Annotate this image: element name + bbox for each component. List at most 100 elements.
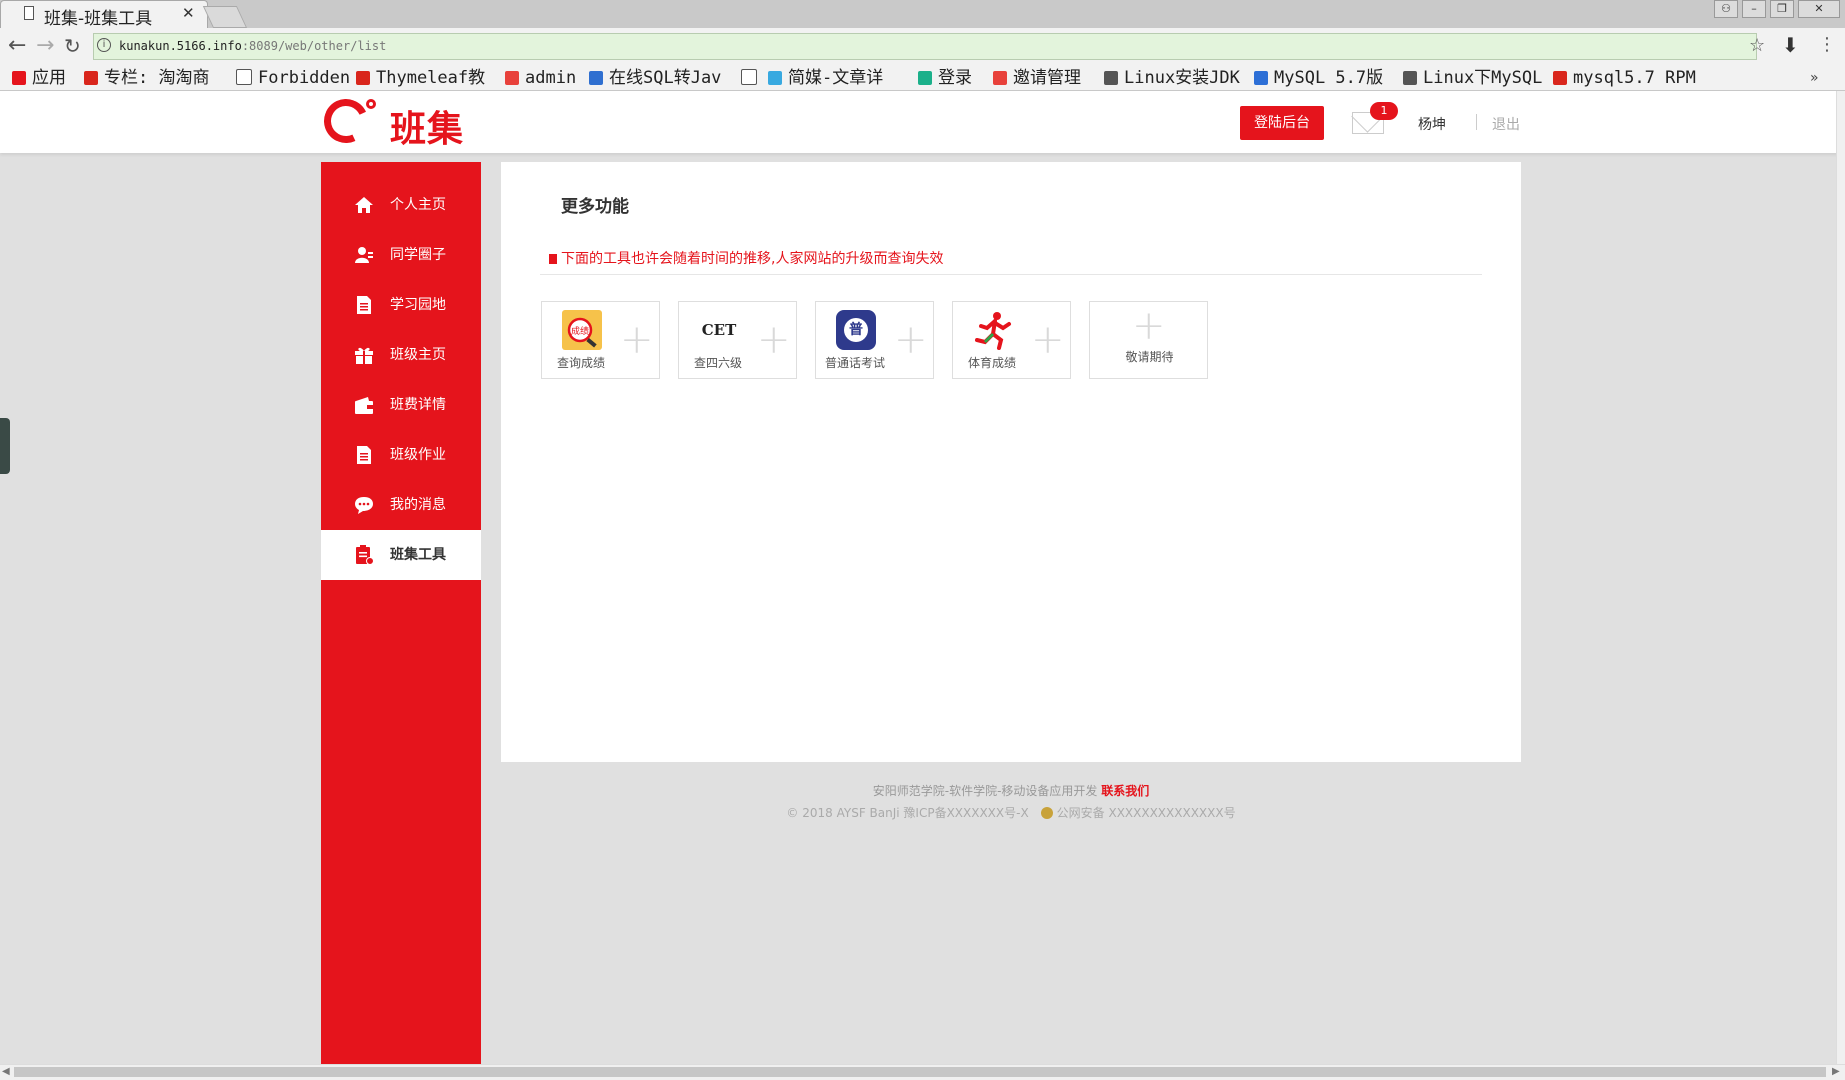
tool-query-score[interactable]: 成绩 + 查询成绩 xyxy=(541,301,660,379)
bookmark-item[interactable] xyxy=(741,66,763,91)
plus-icon: + xyxy=(1132,303,1166,349)
user-circle-icon xyxy=(355,247,373,263)
close-icon[interactable]: ✕ xyxy=(182,4,195,22)
code-icon xyxy=(589,71,603,85)
bookmark-label: Thymeleaf教 xyxy=(376,68,486,88)
login-backend-button[interactable]: 登陆后台 xyxy=(1240,106,1324,140)
bookmark-item[interactable]: 简媒-文章详 xyxy=(768,66,883,91)
info-icon[interactable]: i xyxy=(97,38,111,52)
bookmark-label: mysql5.7 RPM xyxy=(1573,68,1696,88)
bookmark-item[interactable]: 邀请管理 xyxy=(993,66,1081,91)
sidebar-item-messages[interactable]: 我的消息 xyxy=(321,480,481,530)
bookmark-item[interactable]: admin xyxy=(505,66,576,91)
police-record: 公网安备 XXXXXXXXXXXXXX号 xyxy=(1056,806,1236,820)
download-icon[interactable]: ⬇ xyxy=(1782,33,1799,57)
tool-coming-soon[interactable]: + 敬请期待 xyxy=(1089,301,1208,379)
tool-cet[interactable]: CET + 查四六级 xyxy=(678,301,797,379)
sidebar-item-tools[interactable]: 班集工具 xyxy=(321,530,481,580)
vertical-scrollbar[interactable] xyxy=(1836,91,1845,1064)
page-icon xyxy=(236,69,252,85)
copyright: © 2018 AYSF BanJi 豫ICP备XXXXXXX号-X xyxy=(786,806,1029,820)
restore-icon[interactable]: ❐ xyxy=(1770,0,1794,18)
page-icon xyxy=(741,69,757,85)
bookmark-label: MySQL 5.7版 xyxy=(1274,68,1384,88)
menu-icon[interactable]: ⋮ xyxy=(1818,34,1836,55)
score-search-icon: 成绩 xyxy=(562,310,602,350)
forward-arrow-icon[interactable]: → xyxy=(36,34,54,58)
bookmark-label: 在线SQL转Jav xyxy=(609,68,722,88)
page-icon xyxy=(24,6,34,20)
putonghua-icon-glyph: 普 xyxy=(844,318,868,342)
bookmark-item[interactable]: 应用 xyxy=(12,66,66,91)
toolbox-icon xyxy=(356,545,374,565)
bookmark-item[interactable]: Linux下MySQL xyxy=(1403,66,1542,91)
sidebar-item-class-home[interactable]: 班级主页 xyxy=(321,330,481,380)
svg-text:成绩: 成绩 xyxy=(571,325,589,337)
jm-icon xyxy=(993,71,1007,85)
minimize-icon[interactable]: – xyxy=(1742,0,1766,18)
bookmark-label: admin xyxy=(525,68,577,88)
sidebar: 个人主页 同学圈子 学习园地 班级主页 班费详情 班级作业 我的消息 班集工具 xyxy=(321,162,481,1064)
sidebar-item-label: 班集工具 xyxy=(390,547,446,563)
sidebar-item-label: 学习园地 xyxy=(390,297,446,313)
back-arrow-icon[interactable]: ← xyxy=(8,34,26,58)
sidebar-item-classmates[interactable]: 同学圈子 xyxy=(321,230,481,280)
csdn-icon xyxy=(84,71,98,85)
notification-badge: 1 xyxy=(1370,102,1398,120)
logout-link[interactable]: 退出 xyxy=(1492,114,1520,134)
gift-icon xyxy=(355,347,373,364)
tool-label: 查询成绩 xyxy=(556,356,605,370)
tool-sports-score[interactable]: + 体育成绩 xyxy=(952,301,1071,379)
paw-icon xyxy=(1254,71,1268,85)
document-icon xyxy=(357,446,371,464)
tool-label: 查四六级 xyxy=(693,356,742,370)
username[interactable]: 杨坤 xyxy=(1418,114,1446,134)
putonghua-icon: 普 xyxy=(836,310,876,350)
window-close-icon[interactable]: ✕ xyxy=(1798,0,1840,18)
sidebar-item-label: 班级作业 xyxy=(390,447,446,463)
bookmark-item[interactable]: Forbidden xyxy=(236,66,350,91)
contact-link[interactable]: 联系我们 xyxy=(1101,784,1149,798)
bookmark-label: 登录 xyxy=(938,68,972,88)
divider xyxy=(1476,114,1477,130)
user-icon[interactable]: ⚇ xyxy=(1714,0,1738,18)
bookmark-item[interactable]: 在线SQL转Jav xyxy=(589,66,721,91)
chevron-right-icon[interactable]: » xyxy=(1810,66,1819,91)
notice: 下面的工具也许会随着时间的推移,人家网站的升级而查询失效 xyxy=(549,248,943,268)
bookmark-item[interactable]: Thymeleaf教 xyxy=(356,66,485,91)
logo-text[interactable]: 班集 xyxy=(390,100,464,152)
sidebar-item-label: 我的消息 xyxy=(390,497,446,513)
sidebar-item-label: 班级主页 xyxy=(390,347,446,363)
scroll-left-arrow-icon[interactable]: ◀ xyxy=(2,1066,10,1077)
apps-grid-icon xyxy=(12,71,26,85)
bookmark-item[interactable]: mysql5.7 RPM xyxy=(1553,66,1696,91)
sidebar-item-study[interactable]: 学习园地 xyxy=(321,280,481,330)
logo-dot xyxy=(366,99,376,109)
bookmark-label: 专栏: 淘淘商 xyxy=(104,68,210,88)
tool-putonghua[interactable]: 普 + 普通话考试 xyxy=(815,301,934,379)
bookmark-item[interactable]: 专栏: 淘淘商 xyxy=(84,66,209,91)
star-icon[interactable]: ☆ xyxy=(1749,35,1765,56)
bookmark-item[interactable]: 登录 xyxy=(918,66,972,91)
plus-icon: + xyxy=(757,317,791,363)
plus-icon: + xyxy=(620,317,654,363)
sidebar-item-homework[interactable]: 班级作业 xyxy=(321,430,481,480)
url-text[interactable]: kunakun.5166.info:8089/web/other/list xyxy=(119,39,386,53)
bookmark-item[interactable]: MySQL 5.7版 xyxy=(1254,66,1383,91)
bookmark-item[interactable]: Linux安装JDK xyxy=(1104,66,1240,91)
reload-icon[interactable]: ↻ xyxy=(64,34,81,58)
scroll-right-arrow-icon[interactable]: ▶ xyxy=(1832,1066,1840,1077)
sidebar-item-label: 班费详情 xyxy=(390,397,446,413)
bookmark-label: 邀请管理 xyxy=(1013,68,1081,88)
bookmark-label: Forbidden xyxy=(258,68,351,88)
floating-side-tab[interactable] xyxy=(0,418,10,474)
sidebar-item-class-fee[interactable]: 班费详情 xyxy=(321,380,481,430)
runner-icon xyxy=(975,312,1011,350)
sidebar-item-label: 个人主页 xyxy=(390,197,446,213)
horizontal-scroll-thumb[interactable] xyxy=(14,1067,1826,1077)
bookmark-label: 应用 xyxy=(32,68,66,88)
sidebar-item-home[interactable]: 个人主页 xyxy=(321,180,481,230)
bookmark-label: Linux安装JDK xyxy=(1124,68,1240,88)
jm-icon xyxy=(768,71,782,85)
sidebar-item-label: 同学圈子 xyxy=(390,247,446,263)
